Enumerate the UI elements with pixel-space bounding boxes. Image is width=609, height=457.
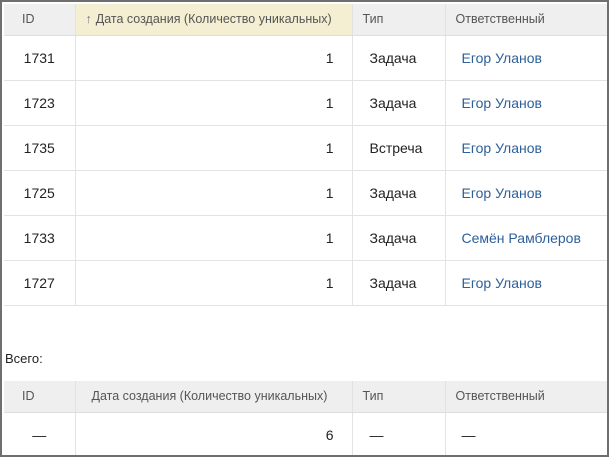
cell-id: 1723 bbox=[4, 80, 76, 126]
totals-cell-count: 6 bbox=[75, 412, 353, 455]
cell-type: Задача bbox=[352, 215, 446, 261]
responsible-link[interactable]: Егор Уланов bbox=[445, 260, 607, 306]
cell-id: 1735 bbox=[4, 125, 76, 171]
report-table: ID ↑ Дата создания (Количество уникальных… bbox=[4, 4, 607, 306]
table-row: 1727 1 Задача Егор Уланов bbox=[4, 260, 607, 306]
table-row: 1723 1 Задача Егор Уланов bbox=[4, 80, 607, 126]
cell-count: 1 bbox=[75, 80, 353, 126]
column-header-date-created[interactable]: ↑ Дата создания (Количество уникальных) bbox=[75, 4, 353, 36]
column-header-id[interactable]: ID bbox=[4, 4, 76, 36]
responsible-link[interactable]: Егор Уланов bbox=[445, 80, 607, 126]
cell-type: Задача bbox=[352, 35, 446, 81]
column-header-id-label: ID bbox=[22, 12, 35, 27]
cell-count: 1 bbox=[75, 125, 353, 171]
cell-count: 1 bbox=[75, 35, 353, 81]
table-row: 1733 1 Задача Семён Рамблеров bbox=[4, 215, 607, 261]
totals-label: Всего: bbox=[5, 351, 43, 366]
totals-table: ID Дата создания (Количество уникальных)… bbox=[4, 381, 607, 455]
cell-type: Задача bbox=[352, 260, 446, 306]
totals-header-type: Тип bbox=[352, 381, 446, 413]
report-window: ID ↑ Дата создания (Количество уникальных… bbox=[0, 0, 609, 457]
totals-header-date-created: Дата создания (Количество уникальных) bbox=[75, 381, 353, 413]
totals-cell-type: — bbox=[352, 412, 446, 455]
cell-id: 1731 bbox=[4, 35, 76, 81]
cell-id: 1727 bbox=[4, 260, 76, 306]
cell-count: 1 bbox=[75, 215, 353, 261]
responsible-link[interactable]: Егор Уланов bbox=[445, 125, 607, 171]
totals-header-responsible: Ответственный bbox=[445, 381, 607, 413]
totals-header-id: ID bbox=[4, 381, 76, 413]
cell-id: 1733 bbox=[4, 215, 76, 261]
cell-type: Задача bbox=[352, 170, 446, 216]
table-row: 1725 1 Задача Егор Уланов bbox=[4, 170, 607, 216]
totals-row: — 6 — — bbox=[4, 412, 607, 455]
table-row: 1735 1 Встреча Егор Уланов bbox=[4, 125, 607, 171]
cell-type: Встреча bbox=[352, 125, 446, 171]
table-row: 1731 1 Задача Егор Уланов bbox=[4, 35, 607, 81]
sort-ascending-icon: ↑ bbox=[85, 12, 92, 27]
column-header-responsible[interactable]: Ответственный bbox=[445, 4, 607, 36]
cell-type: Задача bbox=[352, 80, 446, 126]
responsible-link[interactable]: Егор Уланов bbox=[445, 35, 607, 81]
column-header-type[interactable]: Тип bbox=[352, 4, 446, 36]
cell-count: 1 bbox=[75, 170, 353, 216]
column-header-responsible-label: Ответственный bbox=[455, 12, 545, 27]
responsible-link[interactable]: Егор Уланов bbox=[445, 170, 607, 216]
column-header-type-label: Тип bbox=[362, 12, 384, 27]
responsible-link[interactable]: Семён Рамблеров bbox=[445, 215, 607, 261]
totals-cell-id: — bbox=[4, 412, 76, 455]
totals-cell-responsible: — bbox=[445, 412, 607, 455]
totals-header-row: ID Дата создания (Количество уникальных)… bbox=[4, 381, 607, 413]
column-header-date-label: Дата создания (Количество уникальных) bbox=[95, 12, 332, 27]
table-header-row: ID ↑ Дата создания (Количество уникальных… bbox=[4, 4, 607, 36]
cell-id: 1725 bbox=[4, 170, 76, 216]
cell-count: 1 bbox=[75, 260, 353, 306]
